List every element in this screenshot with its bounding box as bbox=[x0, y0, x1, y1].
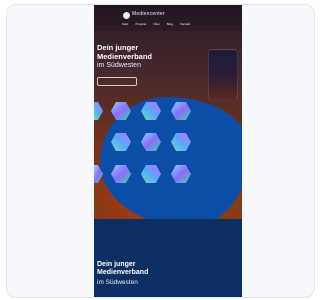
hex-tile bbox=[141, 165, 161, 183]
section-title: Dein junger Medienverband bbox=[97, 261, 149, 276]
hex-tile bbox=[171, 165, 191, 183]
mobile-preview: Mediencenter Start Projekte Über Blog Ko… bbox=[94, 5, 242, 297]
hex-tile bbox=[171, 133, 191, 151]
hero-section: Mediencenter Start Projekte Über Blog Ko… bbox=[94, 5, 242, 227]
preview-card: Mediencenter Start Projekte Über Blog Ko… bbox=[6, 4, 315, 298]
hexagon-pattern bbox=[94, 102, 191, 183]
hex-tile bbox=[171, 102, 191, 120]
hex-tile bbox=[94, 102, 103, 120]
hex-tile bbox=[141, 133, 161, 151]
section-subtitle: im Südwesten bbox=[97, 279, 138, 286]
hex-tile bbox=[94, 165, 103, 183]
lower-section: Dein junger Medienverband im Südwesten bbox=[94, 219, 242, 297]
hex-tile bbox=[111, 165, 131, 183]
hex-tile bbox=[141, 102, 161, 120]
hex-tile bbox=[111, 133, 131, 151]
hex-tile bbox=[111, 102, 131, 120]
